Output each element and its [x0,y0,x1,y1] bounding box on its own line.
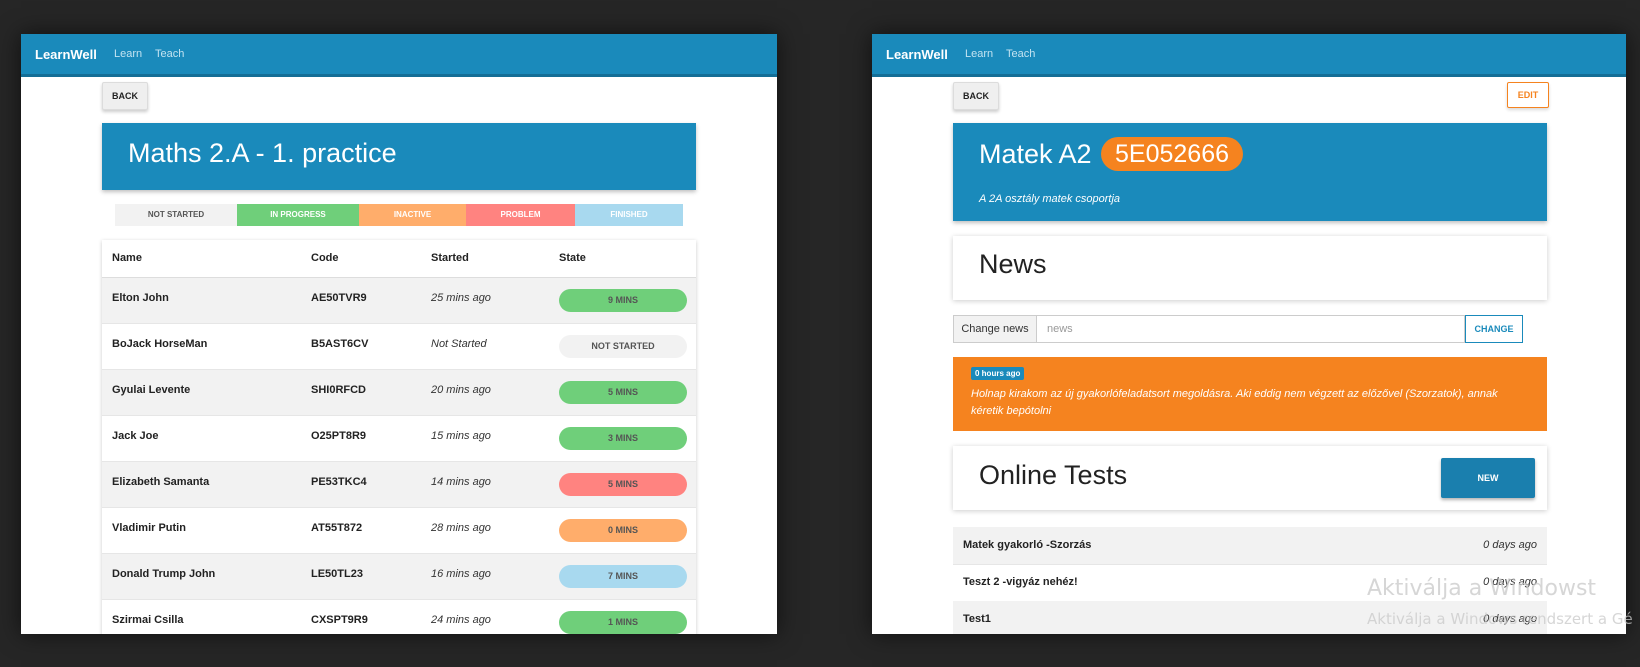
table-row[interactable]: Szirmai Csilla CXSPT9R9 24 mins ago 1 MINS [102,600,696,634]
student-code: AE50TVR9 [311,292,367,304]
state-badge: 1 MINS [559,611,687,634]
windows-activation-watermark: Aktiválja a Windowst [1367,576,1597,601]
student-name: BoJack HorseMan [112,338,208,350]
change-news-form: Change news news CHANGE [953,315,1523,343]
student-started: 28 mins ago [431,522,491,534]
header-name: Name [112,252,142,264]
student-name: Jack Joe [112,430,159,442]
state-badge: 9 MINS [559,289,687,312]
test-name[interactable]: Teszt 2 -vigyáz nehéz! [963,576,1078,588]
back-button[interactable]: BACK [953,82,999,110]
student-code: LE50TL23 [311,568,363,580]
student-started: 14 mins ago [431,476,491,488]
new-test-button[interactable]: NEW [1441,458,1535,498]
test-time: 0 days ago [1483,539,1537,551]
table-row[interactable]: BoJack HorseMan B5AST6CV Not Started NOT ST… [102,324,696,370]
student-name: Gyulai Levente [112,384,191,396]
news-item: 0 hours ago Holnap kirakom az új gyakorl… [953,357,1547,431]
nav-learn[interactable]: Learn [965,48,993,60]
state-badge: 5 MINS [559,473,687,496]
change-news-label: Change news [953,315,1037,343]
student-name: Elton John [112,292,169,304]
online-tests-card: Online Tests NEW [953,446,1547,510]
legend-problem: PROBLEM [466,204,575,226]
test-name[interactable]: Matek gyakorló -Szorzás [963,539,1091,551]
group-code-badge: 5E052666 [1101,137,1244,171]
legend-in-progress: IN PROGRESS [237,204,359,226]
news-title: News [979,249,1047,279]
practice-header: Maths 2.A - 1. practice [102,123,696,190]
student-name: Elizabeth Samanta [112,476,210,488]
student-started: 24 mins ago [431,614,491,626]
legend-finished: FINISHED [575,204,683,226]
table-row[interactable]: Donald Trump John LE50TL23 16 mins ago 7 MI… [102,554,696,600]
student-started: 15 mins ago [431,430,491,442]
header-state: State [559,252,586,264]
student-started: Not Started [431,338,487,350]
student-name: Vladimir Putin [112,522,186,534]
nav-learn[interactable]: Learn [114,48,142,60]
student-code: SHI0RFCD [311,384,367,396]
table-row[interactable]: Elton John AE50TVR9 25 mins ago 9 MINS [102,278,696,324]
state-legend: NOT STARTED IN PROGRESS INACTIVE PROBLEM… [115,204,683,226]
legend-not-started: NOT STARTED [115,204,237,226]
student-code: O25PT8R9 [311,430,367,442]
state-badge: 7 MINS [559,565,687,588]
news-card: News [953,236,1547,300]
navbar: LearnWell Learn Teach [872,34,1626,77]
online-tests-title: Online Tests [979,460,1128,490]
group-description: A 2A osztály matek csoportja [979,193,1121,205]
legend-inactive: INACTIVE [359,204,466,226]
table-row[interactable]: Vladimir Putin AT55T872 28 mins ago 0 MINS [102,508,696,554]
news-time-badge: 0 hours ago [971,367,1025,380]
table-header: Name Code Started State [102,240,696,278]
change-news-button[interactable]: CHANGE [1465,315,1523,343]
student-code: B5AST6CV [311,338,369,350]
state-badge: 3 MINS [559,427,687,450]
student-code: CXSPT9R9 [311,614,368,626]
student-code: PE53TKC4 [311,476,367,488]
group-header: Matek A2 5E052666 A 2A osztály matek cso… [953,123,1547,221]
student-name: Szirmai Csilla [112,614,184,626]
page-title: Maths 2.A - 1. practice [128,138,397,168]
group-name: Matek A2 [979,139,1092,169]
state-badge: 0 MINS [559,519,687,542]
student-started: 20 mins ago [431,384,491,396]
nav-teach[interactable]: Teach [1006,48,1035,60]
student-started: 25 mins ago [431,292,491,304]
back-button[interactable]: BACK [102,82,148,110]
navbar: LearnWell Learn Teach [21,34,777,77]
state-badge: 5 MINS [559,381,687,404]
nav-teach[interactable]: Teach [155,48,184,60]
student-started: 16 mins ago [431,568,491,580]
table-row[interactable]: Jack Joe O25PT8R9 15 mins ago 3 MINS [102,416,696,462]
brand-logo[interactable]: LearnWell [35,47,97,62]
test-row[interactable]: Matek gyakorló -Szorzás 0 days ago [953,527,1547,565]
brand-logo[interactable]: LearnWell [886,47,948,62]
student-name: Donald Trump John [112,568,216,580]
windows-activation-subtext: Aktiválja a Windows rendszert a Gé [1367,610,1633,628]
student-code: AT55T872 [311,522,363,534]
practice-window: LearnWell Learn Teach BACK Maths 2.A - 1… [21,34,777,634]
news-text: Holnap kirakom az új gyakorlófeladatsort… [971,388,1498,417]
news-input[interactable]: news [1037,315,1465,343]
edit-button[interactable]: EDIT [1507,82,1549,108]
table-row[interactable]: Elizabeth Samanta PE53TKC4 14 mins ago 5 MI… [102,462,696,508]
test-name[interactable]: Test1 [963,613,991,625]
header-started: Started [431,252,469,264]
table-row[interactable]: Gyulai Levente SHI0RFCD 20 mins ago 5 MINS [102,370,696,416]
table-body: Elton John AE50TVR9 25 mins ago 9 MINS BoJac… [102,278,696,634]
header-code: Code [311,252,339,264]
state-badge: NOT STARTED [559,335,687,358]
students-table: Name Code Started State Elton John AE50TV… [102,240,696,634]
group-window: LearnWell Learn Teach BACK EDIT Matek A2… [872,34,1626,634]
